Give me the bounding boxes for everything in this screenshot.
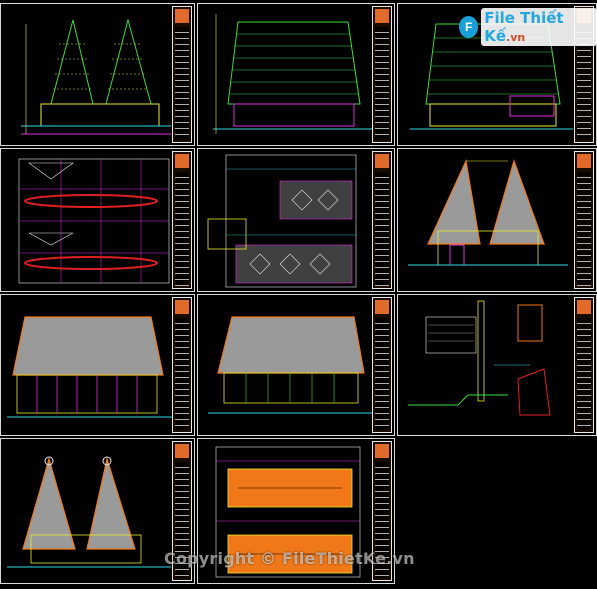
construction-detail-drawing [408,300,551,416]
title-block-logo [577,154,591,168]
brand-logo[interactable]: F File Thiết Kế.vn [459,8,597,46]
title-block [574,151,594,289]
title-block [172,297,192,433]
title-block-logo [375,444,389,458]
sheet-floor-plan-diamond-grid[interactable] [197,148,395,292]
grey-roof-elevation-drawing [7,316,173,418]
sheet-floor-plan-red-beams[interactable] [0,148,195,292]
title-block-logo [175,300,189,314]
title-block [372,297,392,433]
title-block [574,297,594,433]
brand-mark-icon: F [459,16,479,38]
title-block-logo [375,154,389,168]
sheet-detail-drawings[interactable] [397,294,597,436]
title-block [372,151,392,289]
title-block [172,6,192,143]
brand-name: File Thiết Kế.vn [481,8,597,46]
sheet-elevation-grey-roof-2[interactable] [197,294,395,436]
floor-plan-drawing [18,158,170,284]
title-block-logo [577,300,591,314]
sheet-section-twin-peak[interactable] [397,148,597,292]
sheet-elevation-grey-roof-1[interactable] [0,294,195,436]
twin-peak-section-drawing [408,158,568,266]
site-plan-drawing [207,154,357,288]
title-block-logo [175,9,189,23]
title-block-logo [175,154,189,168]
twin-peak-elevation-drawing [21,18,171,135]
title-block-logo [175,444,189,458]
grey-roof-elevation-drawing [208,316,373,414]
copyright-watermark: Copyright © FileThietKe.vn [164,549,415,568]
sheet-elevation-twin-peak-1[interactable] [0,3,195,146]
brand-tld: .vn [506,31,526,44]
sheet-elevation-broad-roof-1[interactable] [197,3,395,146]
title-block [372,6,392,143]
title-block [172,151,192,289]
broad-roof-elevation-drawing [213,14,373,134]
title-block-logo [375,300,389,314]
title-block-logo [375,9,389,23]
